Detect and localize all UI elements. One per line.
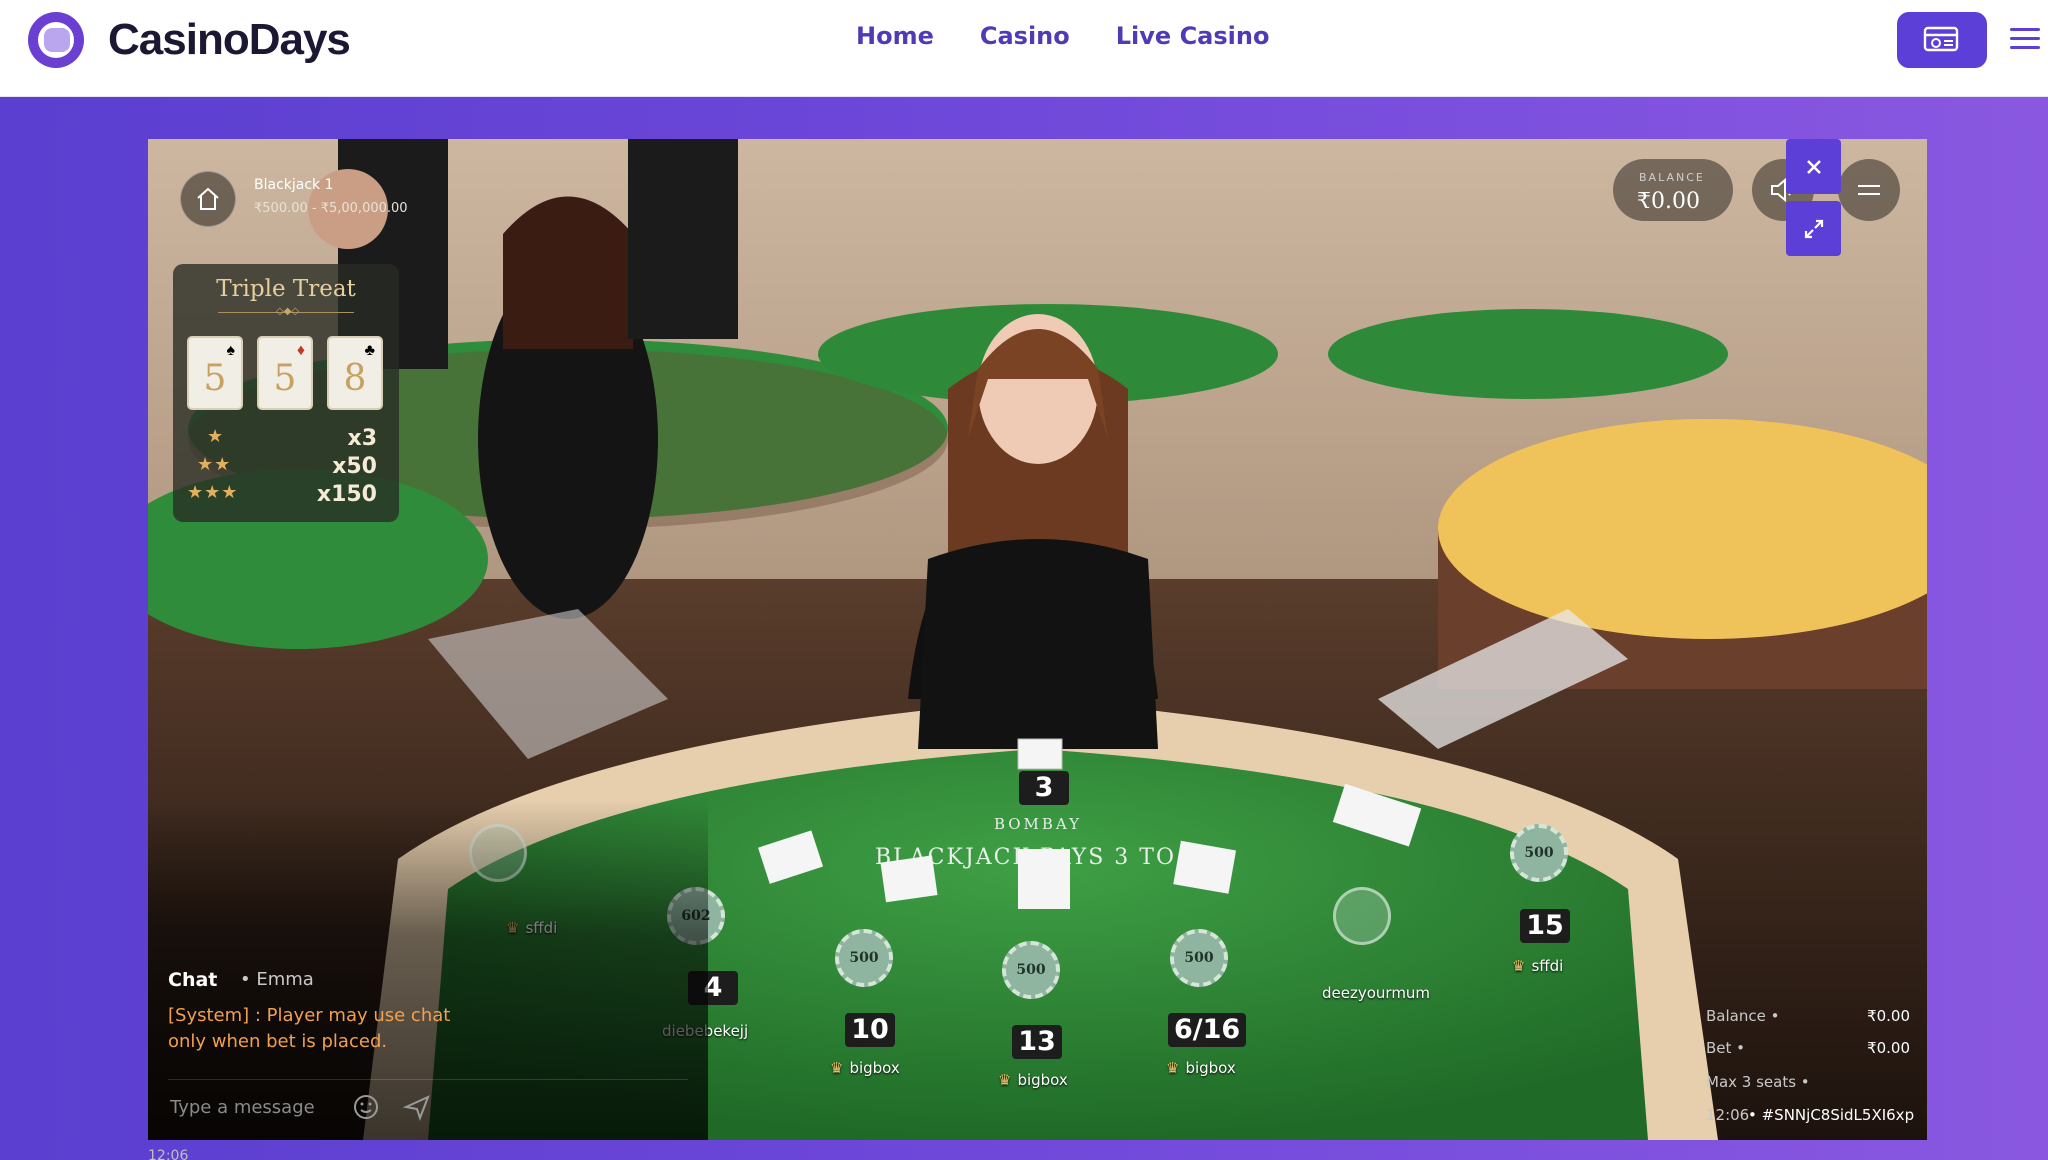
chat-panel bbox=[148, 799, 708, 1140]
menu-icon bbox=[1858, 185, 1880, 195]
send-icon[interactable] bbox=[402, 1093, 431, 1121]
stat-max-seats: Max 3 seats • bbox=[1706, 1073, 1810, 1091]
chat-title: Chat bbox=[168, 969, 218, 991]
svg-text:BOMBAY: BOMBAY bbox=[994, 815, 1082, 833]
triple-treat-panel[interactable]: Triple Treat ◇◆◇ ♠ 5 ♦ 5 ♣ 8 ★ x3 ★★ x50 bbox=[173, 264, 399, 522]
triple-treat-card: ♦ 5 bbox=[257, 336, 313, 410]
star-icon: ★ bbox=[207, 426, 225, 446]
balance-display: BALANCE ₹0.00 bbox=[1613, 159, 1733, 221]
payout-row: ★★★ x150 bbox=[187, 482, 377, 507]
nav-casino[interactable]: Casino bbox=[980, 22, 1070, 50]
hand-total: 6/16 bbox=[1168, 1013, 1247, 1047]
payout-row: ★★ x50 bbox=[197, 454, 377, 479]
logo-icon bbox=[22, 10, 94, 70]
hand-total: 10 bbox=[845, 1013, 895, 1047]
crown-icon: ♛ bbox=[998, 1071, 1012, 1089]
crown-icon: ♛ bbox=[1512, 957, 1526, 975]
expand-icon bbox=[1804, 219, 1823, 238]
empty-seat-chip[interactable] bbox=[1333, 887, 1391, 945]
nav-live-casino[interactable]: Live Casino bbox=[1116, 22, 1270, 50]
divider bbox=[168, 1079, 688, 1080]
hand-total: 13 bbox=[1012, 1025, 1062, 1059]
stat-bet-label: Bet • bbox=[1706, 1039, 1746, 1057]
bet-chip: 500 bbox=[835, 929, 893, 987]
fullscreen-button[interactable] bbox=[1786, 201, 1841, 256]
seat-player-name: ♛sffdi bbox=[1512, 957, 1564, 975]
bet-chip: 500 bbox=[1510, 824, 1568, 882]
nav-home[interactable]: Home bbox=[856, 22, 934, 50]
home-icon bbox=[197, 187, 219, 210]
payout-row: ★ x3 bbox=[207, 426, 377, 451]
triple-treat-card: ♣ 8 bbox=[327, 336, 383, 410]
seat-player-name: ♛ bigbox bbox=[830, 1059, 900, 1077]
seat-player-name: ♛ bigbox bbox=[998, 1071, 1068, 1089]
cashier-icon bbox=[1923, 26, 1959, 52]
hamburger-menu-icon[interactable] bbox=[2010, 26, 2040, 52]
crown-icon: ♛ bbox=[830, 1059, 844, 1077]
bet-chip: 500 bbox=[1170, 929, 1228, 987]
bet-chip: 500 bbox=[1002, 941, 1060, 999]
emoji-icon[interactable] bbox=[352, 1093, 380, 1121]
main-nav: Home Casino Live Casino bbox=[856, 22, 1269, 50]
ornament-icon: ◇◆◇ bbox=[276, 306, 300, 317]
site-header: CasinoDays Home Casino Live Casino bbox=[0, 0, 2048, 97]
clock-text: 12:06 bbox=[148, 1148, 189, 1160]
stat-time: 12:06 bbox=[1706, 1106, 1750, 1124]
table-limits: ₹500.00 - ₹5,00,000.00 bbox=[254, 201, 408, 216]
stat-balance-value: ₹0.00 bbox=[1867, 1007, 1910, 1025]
stat-balance-label: Balance • bbox=[1706, 1007, 1780, 1025]
star-icon: ★★ bbox=[197, 454, 232, 474]
hand-total: 15 bbox=[1520, 909, 1570, 943]
chat-message-input[interactable] bbox=[168, 1091, 352, 1123]
chat-user: • Emma bbox=[240, 969, 314, 990]
lobby-home-button[interactable] bbox=[180, 171, 236, 227]
table-name: Blackjack 1 bbox=[254, 177, 334, 193]
triple-treat-title: Triple Treat bbox=[216, 276, 356, 302]
casino-days-logo[interactable]: CasinoDays bbox=[22, 10, 351, 70]
stat-bet-value: ₹0.00 bbox=[1867, 1039, 1910, 1057]
live-blackjack-game[interactable]: BOMBAY BLACKJACK PAYS 3 TO 2 Blackjack 1… bbox=[148, 139, 1927, 1140]
cashier-button[interactable] bbox=[1897, 12, 1987, 68]
chat-system-message: [System] : Player may use chat only when… bbox=[168, 1005, 451, 1052]
close-icon bbox=[1806, 159, 1821, 174]
seat-player-name: ♛ bigbox bbox=[1166, 1059, 1236, 1077]
seat-player-name: deezyourmum bbox=[1322, 984, 1431, 1002]
crown-icon: ♛ bbox=[1166, 1059, 1180, 1077]
round-id: • #SNNjC8SidL5XI6xp bbox=[1748, 1106, 1915, 1124]
close-game-button[interactable] bbox=[1786, 139, 1841, 194]
star-icon: ★★★ bbox=[187, 482, 239, 502]
game-menu-button[interactable] bbox=[1838, 159, 1900, 221]
logo-text: CasinoDays bbox=[108, 15, 351, 64]
triple-treat-card: ♠ 5 bbox=[187, 336, 243, 410]
dealer-total: 3 bbox=[1019, 771, 1069, 805]
